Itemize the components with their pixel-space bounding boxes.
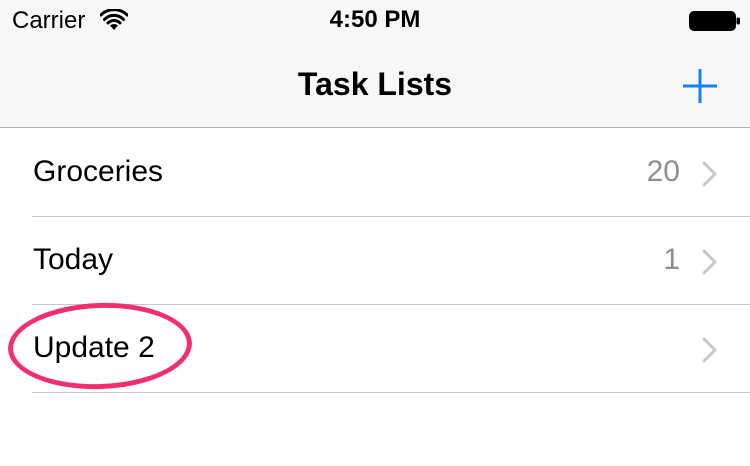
chevron-right-icon: [702, 249, 717, 275]
list-item-label: Groceries: [33, 155, 164, 188]
list-item-groceries[interactable]: Groceries 20: [0, 129, 750, 217]
chevron-right-icon: [702, 337, 717, 363]
carrier-label: Carrier: [12, 7, 86, 34]
task-lists-screen: Carrier 4:50 PM Task Lists Groceries 20: [0, 0, 750, 466]
add-list-button[interactable]: [676, 62, 724, 110]
page-title: Task Lists: [297, 66, 453, 102]
wifi-icon: [100, 9, 128, 30]
list-item-today[interactable]: Today 1: [0, 217, 750, 305]
battery-icon: [689, 11, 740, 31]
chevron-right-icon: [702, 161, 717, 187]
list-item-count: 20: [646, 155, 680, 188]
list-item-count: 1: [663, 243, 680, 276]
status-bar: Carrier 4:50 PM: [0, 0, 750, 40]
plus-icon: [683, 69, 717, 103]
list-item-label: Today: [33, 243, 114, 276]
navigation-bar: Task Lists: [0, 40, 750, 128]
